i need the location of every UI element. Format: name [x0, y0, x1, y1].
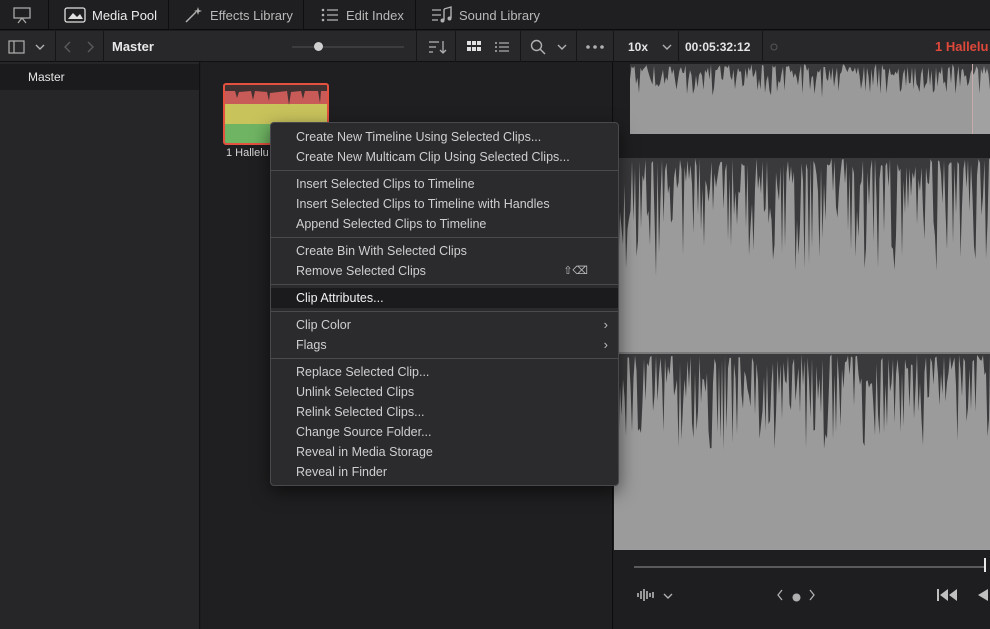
source-viewer	[614, 62, 990, 629]
chevron-left-icon	[64, 41, 71, 52]
chevron-down-icon	[662, 44, 672, 50]
sidebar-options-button[interactable]	[34, 31, 46, 62]
effects-library-button[interactable]: Effects Library	[184, 0, 293, 30]
menu-item-unlink-clips[interactable]: Unlink Selected Clips	[271, 382, 618, 402]
menu-item-insert-with-handles[interactable]: Insert Selected Clips to Timeline with H…	[271, 194, 618, 214]
menu-separator	[271, 237, 618, 238]
presentation-icon	[13, 7, 31, 24]
menu-item-label: Flags	[296, 338, 327, 352]
record-indicator	[770, 31, 778, 62]
menu-separator	[271, 170, 618, 171]
chevron-right-icon	[87, 41, 94, 52]
list-icon	[321, 8, 338, 22]
sidebar-item-master[interactable]: Master	[0, 64, 199, 90]
back-button[interactable]	[63, 31, 73, 62]
slider-handle[interactable]	[314, 42, 323, 51]
bin-title: Master	[112, 39, 154, 54]
chevron-left-icon	[777, 589, 783, 601]
sound-library-label: Sound Library	[459, 7, 540, 23]
workspace-switch-button[interactable]	[12, 0, 38, 30]
next-marker-button[interactable]	[808, 589, 816, 604]
menu-item-relink-clips[interactable]: Relink Selected Clips...	[271, 402, 618, 422]
jump-to-start-button[interactable]	[936, 588, 958, 605]
menu-item-append-to-timeline[interactable]: Append Selected Clips to Timeline	[271, 214, 618, 234]
chevron-down-icon	[663, 593, 673, 599]
chevron-down-icon	[35, 44, 45, 50]
menu-item-reveal-in-media-storage[interactable]: Reveal in Media Storage	[271, 442, 618, 462]
play-reverse-button[interactable]	[976, 588, 990, 605]
media-pool-icon	[64, 7, 86, 23]
edit-index-button[interactable]: Edit Index	[320, 0, 404, 30]
waveform-overview[interactable]	[630, 64, 990, 134]
marker-button[interactable]	[792, 591, 801, 605]
sidebar-toggle-button[interactable]	[8, 31, 26, 62]
menu-item-replace-clip[interactable]: Replace Selected Clip...	[271, 362, 618, 382]
media-pool-button[interactable]: Media Pool	[64, 0, 157, 30]
menu-item-clip-attributes[interactable]: Clip Attributes...	[271, 288, 618, 308]
sort-button[interactable]	[428, 31, 448, 62]
audio-options-button[interactable]	[662, 590, 674, 604]
search-button[interactable]	[530, 31, 546, 62]
top-toolbar: Media Pool Effects Library Edit Index So…	[0, 0, 990, 30]
media-pool-header: Master 10x 00:05:32:12 1 Hallelu	[0, 31, 990, 62]
chevron-down-icon	[557, 44, 567, 50]
skip-back-icon	[937, 589, 957, 601]
circle-icon	[770, 43, 778, 50]
dot-icon	[792, 593, 801, 602]
playhead[interactable]	[984, 558, 986, 572]
list-view-icon	[495, 41, 509, 52]
keyboard-shortcut: ⇧⌫	[563, 265, 588, 277]
submenu-arrow-icon: ›	[603, 317, 608, 332]
play-reverse-icon	[978, 589, 988, 601]
thumbnail-view-button[interactable]	[466, 31, 482, 62]
menu-item-clip-color[interactable]: Clip Color ›	[271, 315, 618, 335]
menu-separator	[271, 284, 618, 285]
sound-library-button[interactable]: Sound Library	[431, 0, 540, 30]
menu-item-flags[interactable]: Flags ›	[271, 335, 618, 355]
sidebar-toggle-icon	[8, 39, 25, 54]
grid-view-icon	[467, 40, 481, 51]
zoom-dropdown-button[interactable]	[661, 31, 673, 62]
search-icon	[530, 39, 546, 55]
waveform-icon	[637, 589, 654, 601]
music-note-icon	[432, 6, 452, 23]
waveform-graphic	[614, 158, 990, 452]
menu-separator	[271, 358, 618, 359]
submenu-arrow-icon: ›	[603, 337, 608, 352]
effects-library-label: Effects Library	[210, 7, 293, 23]
menu-item-reveal-in-finder[interactable]: Reveal in Finder	[271, 462, 618, 482]
timecode-display: 00:05:32:12	[685, 39, 751, 54]
magic-wand-icon	[185, 7, 202, 23]
search-options-button[interactable]	[556, 31, 568, 62]
menu-item-change-source-folder[interactable]: Change Source Folder...	[271, 422, 618, 442]
scrub-bar[interactable]	[634, 566, 984, 568]
edit-index-label: Edit Index	[346, 7, 404, 23]
zoom-level[interactable]: 10x	[628, 31, 648, 62]
menu-item-label: Remove Selected Clips	[296, 264, 426, 278]
chevron-right-icon	[809, 589, 815, 601]
more-options-button[interactable]	[585, 31, 605, 62]
waveform-display[interactable]	[614, 158, 990, 550]
menu-separator	[271, 311, 618, 312]
bin-sidebar: Master	[0, 62, 200, 629]
ellipsis-icon	[586, 44, 604, 49]
menu-item-insert-to-timeline[interactable]: Insert Selected Clips to Timeline	[271, 174, 618, 194]
forward-button[interactable]	[85, 31, 95, 62]
media-pool-label: Media Pool	[92, 7, 158, 23]
clip-context-menu: Create New Timeline Using Selected Clips…	[270, 122, 619, 486]
thumbnail-size-slider[interactable]	[292, 31, 404, 62]
previous-marker-button[interactable]	[776, 589, 784, 604]
clip-label: 1 Hallelu	[226, 147, 269, 159]
menu-item-create-bin[interactable]: Create Bin With Selected Clips	[271, 241, 618, 261]
waveform-overview-graphic	[630, 64, 990, 98]
menu-item-remove-selected-clips[interactable]: Remove Selected Clips ⇧⌫	[271, 261, 618, 281]
list-view-button[interactable]	[494, 31, 510, 62]
menu-item-label: Clip Color	[296, 318, 351, 332]
menu-item-create-new-timeline[interactable]: Create New Timeline Using Selected Clips…	[271, 127, 618, 147]
viewer-clip-name: 1 Hallelu	[935, 39, 989, 54]
sort-icon	[429, 40, 447, 54]
menu-item-create-multicam-clip[interactable]: Create New Multicam Clip Using Selected …	[271, 147, 618, 167]
audio-waveform-toggle[interactable]	[636, 588, 656, 605]
